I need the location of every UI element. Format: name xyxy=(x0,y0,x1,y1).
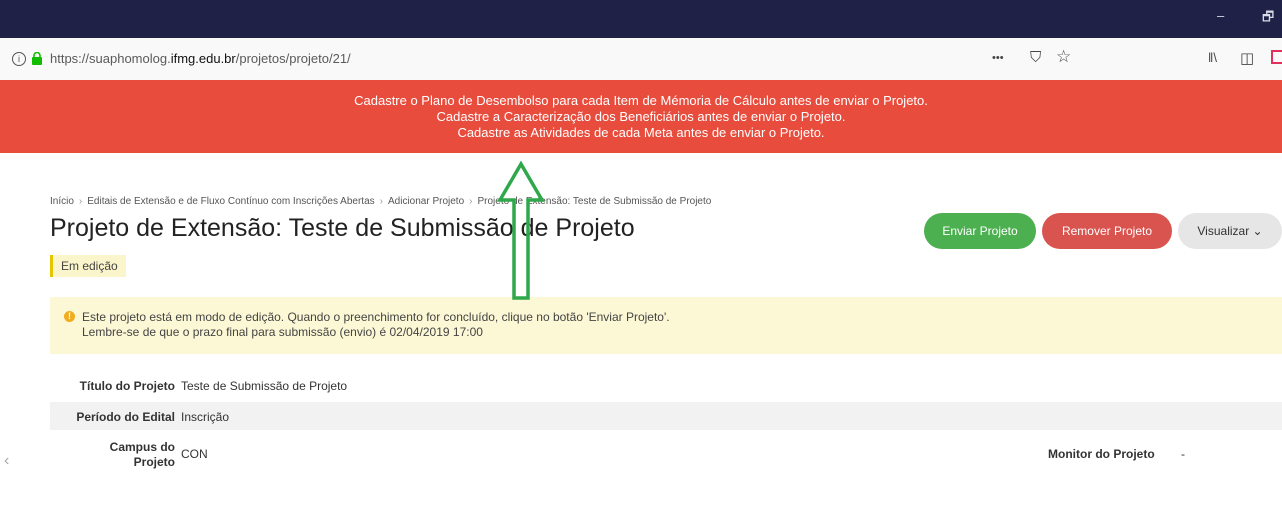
notice-line: Este projeto está em modo de edição. Qua… xyxy=(82,310,670,324)
send-project-button[interactable]: Enviar Projeto xyxy=(924,213,1036,249)
alert-message: Cadastre o Plano de Desembolso para cada… xyxy=(354,93,928,108)
sidebar-icon[interactable]: ◫ xyxy=(1240,49,1254,67)
error-alert: Cadastre o Plano de Desembolso para cada… xyxy=(0,80,1282,153)
chevron-left-icon[interactable]: ‹ xyxy=(4,452,9,470)
annotation-arrow-icon xyxy=(496,160,546,300)
url-text: https://suaphomolog.ifmg.edu.br/projetos… xyxy=(50,51,351,66)
url-path: /projetos/projeto/21/ xyxy=(235,51,351,66)
info-icon[interactable]: i xyxy=(12,52,26,66)
url-prefix: https://suaphomolog. xyxy=(50,51,171,66)
status-badge: Em edição xyxy=(50,255,126,277)
url-field[interactable]: i https://suaphomolog.ifmg.edu.br/projet… xyxy=(4,46,1094,72)
detail-value: Inscrição xyxy=(181,410,230,424)
warning-icon: ! xyxy=(64,311,75,322)
breadcrumb: Início › Editais de Extensão e de Fluxo Co… xyxy=(50,196,712,207)
restore-button[interactable]: 🗗 xyxy=(1262,8,1274,30)
library-icon[interactable]: ǁ\ xyxy=(1208,50,1217,65)
breadcrumb-item[interactable]: Editais de Extensão e de Fluxo Contínuo … xyxy=(87,196,374,207)
page-title: Projeto de Extensão: Teste de Submissão … xyxy=(50,214,635,242)
detail-label: Campus do Projeto xyxy=(109,440,175,469)
detail-value: Teste de Submissão de Projeto xyxy=(181,379,348,393)
edit-mode-notice: ! Este projeto está em modo de edição. Q… xyxy=(50,297,1282,354)
extension-icon[interactable] xyxy=(1271,50,1282,64)
lock-icon xyxy=(32,52,42,65)
detail-value: CON xyxy=(181,447,208,461)
view-dropdown-button[interactable]: Visualizar ⌄ xyxy=(1178,213,1282,249)
pocket-icon[interactable]: ⛉ xyxy=(1030,49,1041,66)
detail-row: Campus do Projeto CON Monitor do Projeto… xyxy=(50,436,1282,476)
breadcrumb-item[interactable]: Início xyxy=(50,196,74,207)
address-bar: i https://suaphomolog.ifmg.edu.br/projet… xyxy=(0,38,1282,81)
breadcrumb-item[interactable]: Adicionar Projeto xyxy=(388,196,464,207)
notice-line: Lembre-se de que o prazo final para subm… xyxy=(82,325,483,339)
detail-row: Período do Edital Inscrição xyxy=(50,402,1282,430)
monitor-value: - xyxy=(1181,447,1185,461)
more-actions-icon[interactable]: ••• xyxy=(992,52,1004,64)
alert-message: Cadastre a Caracterização dos Beneficiár… xyxy=(436,109,846,124)
alert-message: Cadastre as Atividades de cada Meta ante… xyxy=(457,125,825,140)
monitor-label: Monitor do Projeto xyxy=(1048,447,1155,461)
url-domain: ifmg.edu.br xyxy=(170,51,236,66)
detail-label: Período do Edital xyxy=(76,410,175,424)
detail-label: Título do Projeto xyxy=(79,379,175,393)
window-titlebar: – 🗗 xyxy=(0,0,1282,38)
minimize-button[interactable]: – xyxy=(1217,8,1224,23)
bookmark-star-icon[interactable]: ☆ xyxy=(1056,47,1071,67)
detail-row: Título do Projeto Teste de Submissão de … xyxy=(50,373,1282,401)
remove-project-button[interactable]: Remover Projeto xyxy=(1042,213,1172,249)
